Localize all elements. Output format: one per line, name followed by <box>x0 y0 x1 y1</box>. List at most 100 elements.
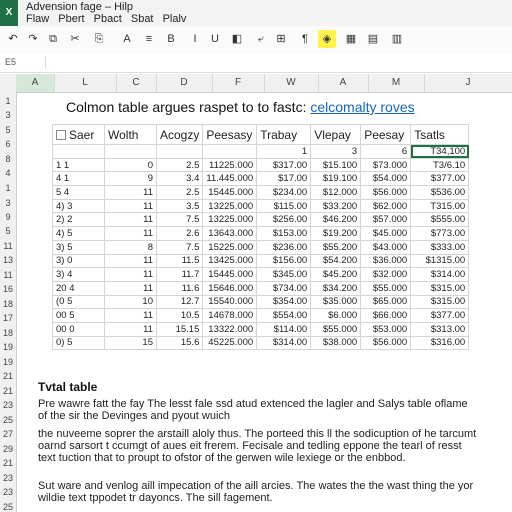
merge-icon[interactable]: ⊞ <box>272 30 290 48</box>
table-cell[interactable]: 10 <box>104 294 157 310</box>
table-header-cell[interactable]: Wolth <box>104 124 157 145</box>
name-box[interactable]: E5 <box>2 56 46 69</box>
table-cell[interactable]: 14678.000 <box>202 308 258 323</box>
table-cell[interactable]: 3 <box>310 144 362 159</box>
table-cell[interactable]: 11 <box>104 280 157 296</box>
table-cell[interactable]: $57.000 <box>360 212 412 228</box>
column-header-w[interactable]: W <box>264 74 319 92</box>
table-cell[interactable]: 3) 5 <box>52 239 105 255</box>
row-header[interactable]: 3 <box>0 198 16 208</box>
table-cell[interactable]: $56.000 <box>360 335 412 351</box>
table-cell[interactable]: $555.00 <box>410 212 470 228</box>
table-cell[interactable]: 7.5 <box>155 212 204 228</box>
table-icon[interactable]: ▥ <box>388 30 406 48</box>
table-cell[interactable]: $73.000 <box>360 157 412 173</box>
table-header-cell[interactable]: Trabay <box>256 124 312 145</box>
table-cell[interactable]: 11 <box>104 253 157 269</box>
table-cell[interactable]: $45.200 <box>310 267 362 282</box>
table-cell[interactable]: $19.100 <box>310 171 362 187</box>
table-cell[interactable]: $66.000 <box>360 308 412 323</box>
menu-item[interactable]: Pbact <box>94 13 122 25</box>
table-cell[interactable]: 4 1 <box>52 171 105 187</box>
table-cell[interactable]: $55.200 <box>310 239 362 255</box>
table-cell[interactable]: 11225.000 <box>202 157 258 173</box>
column-header-f[interactable]: F <box>212 74 265 92</box>
table-cell[interactable]: 11 <box>104 226 157 241</box>
table-cell[interactable]: 15646.000 <box>202 280 258 296</box>
row-header[interactable]: 17 <box>0 313 16 323</box>
table-cell[interactable]: $17.00 <box>256 171 312 187</box>
table-cell[interactable]: 8 <box>104 239 157 255</box>
table-cell[interactable]: 11.6 <box>155 280 204 296</box>
row-header[interactable]: 21 <box>0 371 16 381</box>
table-cell[interactable]: 00 5 <box>52 308 105 323</box>
table-cell[interactable]: $46.200 <box>310 212 362 228</box>
underline-icon[interactable]: U <box>206 30 224 48</box>
table-cell[interactable]: $313.00 <box>410 321 470 337</box>
column-header-a[interactable]: A <box>16 74 55 92</box>
redo-icon[interactable]: ↷ <box>24 30 42 48</box>
table-cell[interactable]: 11.445.000 <box>202 171 258 187</box>
table-cell[interactable]: 3.4 <box>155 171 204 187</box>
table-cell[interactable]: $114.00 <box>256 321 312 337</box>
row-header[interactable]: 23 <box>0 487 16 497</box>
row-header[interactable]: 18 <box>0 299 16 309</box>
table-cell[interactable]: $65.000 <box>360 294 412 310</box>
row-header[interactable]: 11 <box>0 241 16 251</box>
table-cell[interactable]: $115.00 <box>256 198 312 214</box>
table-cell[interactable]: 10.5 <box>155 308 204 323</box>
table-cell[interactable] <box>52 144 105 159</box>
italic-icon[interactable]: I <box>186 30 204 48</box>
table-cell[interactable] <box>104 144 157 159</box>
row-header[interactable]: 13 <box>0 255 16 265</box>
row-header[interactable]: 1 <box>0 183 16 193</box>
row-header[interactable]: 21 <box>0 458 16 468</box>
table-cell[interactable]: 13322.000 <box>202 321 258 337</box>
table-cell[interactable]: $256.00 <box>256 212 312 228</box>
active-cell[interactable]: T34,100 <box>410 144 470 159</box>
table-cell[interactable]: 1 <box>256 144 312 159</box>
table-cell[interactable]: $377.00 <box>410 171 470 187</box>
table-cell[interactable]: $45.000 <box>360 226 412 241</box>
table-cell[interactable] <box>155 144 204 159</box>
table-cell[interactable]: $554.00 <box>256 308 312 323</box>
column-header-j[interactable]: J <box>424 74 512 92</box>
table-cell[interactable]: $345.00 <box>256 267 312 282</box>
table-cell[interactable]: 13425.000 <box>202 253 258 269</box>
row-header[interactable]: 5 <box>0 226 16 236</box>
table-cell[interactable]: 15 <box>104 335 157 351</box>
column-header-m[interactable]: M <box>368 74 425 92</box>
table-cell[interactable]: 0 <box>104 157 157 173</box>
table-cell[interactable]: 12.7 <box>155 294 204 310</box>
format-icon[interactable]: ¶ <box>296 30 314 48</box>
table-cell[interactable]: 15540.000 <box>202 294 258 310</box>
table-cell[interactable]: 11 <box>104 321 157 337</box>
row-header[interactable]: 16 <box>0 284 16 294</box>
table-cell[interactable]: 1 1 <box>52 157 105 173</box>
row-header[interactable]: 11 <box>0 270 16 280</box>
row-header[interactable]: 21 <box>0 386 16 396</box>
menu-item[interactable]: Flaw <box>26 13 49 25</box>
table-cell[interactable]: $6.000 <box>310 308 362 323</box>
row-header[interactable]: 23 <box>0 473 16 483</box>
table-cell[interactable]: 4) 3 <box>52 198 105 214</box>
table-cell[interactable]: 9 <box>104 171 157 187</box>
table-cell[interactable]: 13643.000 <box>202 226 258 241</box>
heading-link[interactable]: celcomalty roves <box>310 99 414 115</box>
table-cell[interactable]: $314.00 <box>256 335 312 351</box>
table-cell[interactable]: $315.00 <box>410 294 470 310</box>
table-cell[interactable]: $1315.00 <box>410 253 470 269</box>
table-cell[interactable]: $32.000 <box>360 267 412 282</box>
table-cell[interactable]: $773.00 <box>410 226 470 241</box>
row-header[interactable]: 19 <box>0 342 16 352</box>
table-header-cell[interactable]: Vlepay <box>310 124 362 145</box>
table-cell[interactable]: $53.000 <box>360 321 412 337</box>
table-cell[interactable]: 15.15 <box>155 321 204 337</box>
table-cell[interactable]: 11 <box>104 267 157 282</box>
row-header[interactable]: 4 <box>0 168 16 178</box>
table-header-cell[interactable]: Acogzy <box>155 124 204 145</box>
table-cell[interactable]: $315.00 <box>410 280 470 296</box>
table-cell[interactable]: $734.00 <box>256 280 312 296</box>
table-cell[interactable]: $333.00 <box>410 239 470 255</box>
table-cell[interactable]: 7.5 <box>155 239 204 255</box>
